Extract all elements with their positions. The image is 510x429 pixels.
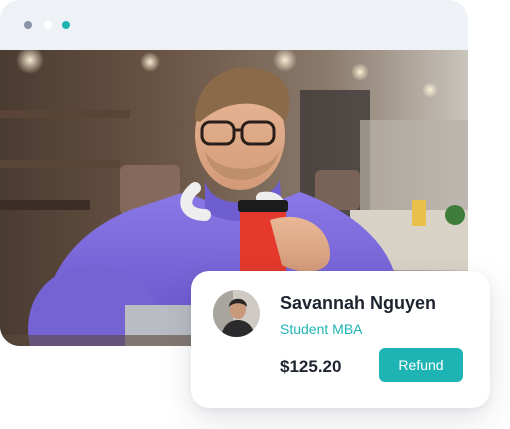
customer-role: Student MBA	[280, 321, 363, 337]
payment-amount: $125.20	[280, 357, 342, 376]
user-avatar	[213, 290, 260, 337]
window-titlebar	[0, 0, 468, 50]
stage: Savannah Nguyen Student MBA $125.20 Refu…	[0, 0, 510, 429]
avatar-photo-icon	[213, 290, 260, 337]
customer-name: Savannah Nguyen	[280, 293, 437, 313]
window-dot-1[interactable]	[24, 21, 32, 29]
window-dot-3[interactable]	[62, 21, 70, 29]
window-dot-2[interactable]	[44, 21, 52, 29]
refund-button[interactable]: Refund	[379, 348, 463, 382]
customer-card: Savannah Nguyen Student MBA $125.20 Refu…	[191, 271, 490, 408]
